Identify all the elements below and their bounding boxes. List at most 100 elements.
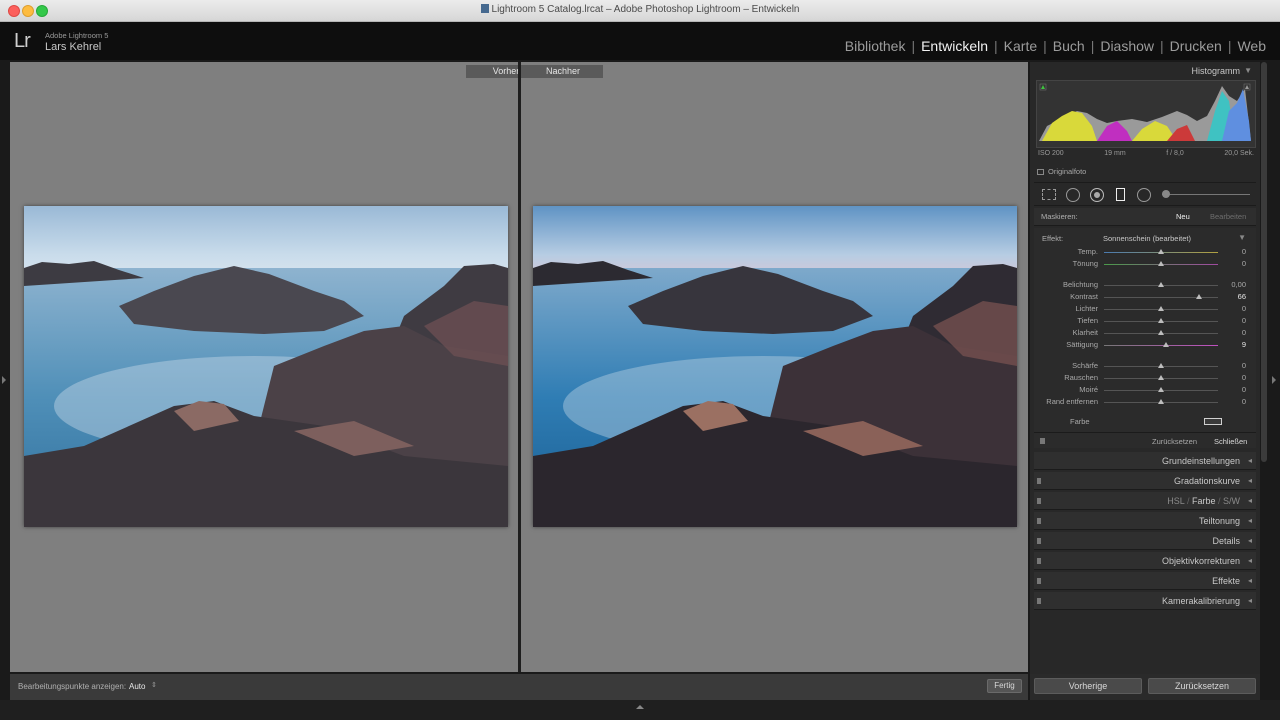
- tab-color[interactable]: Farbe: [1192, 496, 1216, 506]
- previous-button[interactable]: Vorherige: [1034, 678, 1142, 694]
- right-panel-scrollbar[interactable]: [1261, 62, 1267, 462]
- slider-thumb[interactable]: [1158, 387, 1164, 392]
- slider-thumb[interactable]: [1158, 306, 1164, 311]
- slider-row[interactable]: Tiefen 0: [1034, 315, 1256, 327]
- tab-hsl[interactable]: HSL: [1167, 496, 1184, 506]
- slider-value[interactable]: 0: [1242, 328, 1246, 337]
- slider-row[interactable]: Klarheit 0: [1034, 327, 1256, 339]
- panel-switch-icon[interactable]: [1037, 558, 1041, 564]
- histogram-chart[interactable]: [1036, 80, 1256, 148]
- slider-thumb[interactable]: [1158, 363, 1164, 368]
- edit-points-select[interactable]: Auto: [129, 682, 145, 691]
- reset-button[interactable]: Zurücksetzen: [1152, 437, 1197, 446]
- slider-row[interactable]: Temp. 0: [1034, 246, 1256, 258]
- slider-row[interactable]: Tönung 0: [1034, 258, 1256, 270]
- panel-title: Teiltonung: [1198, 516, 1240, 526]
- slider-value[interactable]: 0: [1242, 247, 1246, 256]
- panel-switch-icon[interactable]: [1037, 518, 1041, 524]
- slider-thumb[interactable]: [1158, 282, 1164, 287]
- slider-row[interactable]: Moiré 0: [1034, 384, 1256, 396]
- panel-header-details[interactable]: Details ◂: [1034, 532, 1256, 550]
- bottom-panel-toggle-icon[interactable]: [636, 705, 644, 709]
- slider-thumb[interactable]: [1163, 342, 1170, 347]
- brush-slider-knob-icon[interactable]: [1162, 190, 1170, 198]
- mask-new-button[interactable]: Neu: [1176, 212, 1190, 221]
- user-name: Lars Kehrel: [45, 41, 102, 53]
- panel-header-hsl[interactable]: HSL / Farbe / S/W ◂: [1034, 492, 1256, 510]
- panel-header-basic[interactable]: Grundeinstellungen ◂: [1034, 452, 1256, 470]
- slider-label: Schärfe: [1072, 361, 1098, 370]
- panel-header-split-toning[interactable]: Teiltonung ◂: [1034, 512, 1256, 530]
- panel-switch-icon[interactable]: [1037, 498, 1041, 504]
- slider-thumb[interactable]: [1158, 330, 1164, 335]
- slider-value[interactable]: 66: [1238, 292, 1246, 301]
- panel-footer: Zurücksetzen Schließen: [1034, 432, 1256, 448]
- slider-value[interactable]: 0: [1242, 373, 1246, 382]
- slider-value[interactable]: 0: [1242, 385, 1246, 394]
- module-slideshow[interactable]: Diashow: [1094, 38, 1160, 54]
- slider-row[interactable]: Sättigung 9: [1034, 339, 1256, 351]
- slider-row[interactable]: Rand entfernen 0: [1034, 396, 1256, 408]
- after-photo[interactable]: [533, 206, 1017, 527]
- tab-bw[interactable]: S/W: [1223, 496, 1240, 506]
- slider-value[interactable]: 9: [1242, 340, 1246, 349]
- slider-value[interactable]: 0: [1242, 316, 1246, 325]
- panel-switch-icon[interactable]: [1037, 598, 1041, 604]
- slider-value[interactable]: 0: [1242, 304, 1246, 313]
- slider-thumb[interactable]: [1158, 399, 1164, 404]
- expand-triangle-icon: ◂: [1247, 576, 1252, 585]
- slider-value[interactable]: 0: [1242, 397, 1246, 406]
- slider-row[interactable]: Schärfe 0: [1034, 360, 1256, 372]
- reset-all-button[interactable]: Zurücksetzen: [1148, 678, 1256, 694]
- original-photo-toggle[interactable]: Originalfoto: [1037, 167, 1086, 176]
- radial-filter-tool-icon[interactable]: [1137, 188, 1151, 202]
- effect-collapse-icon[interactable]: ▼: [1238, 233, 1246, 242]
- module-library[interactable]: Bibliothek: [839, 38, 912, 54]
- slider-row[interactable]: Lichter 0: [1034, 303, 1256, 315]
- slider-thumb[interactable]: [1158, 261, 1164, 266]
- slider-thumb[interactable]: [1158, 375, 1164, 380]
- slider-value[interactable]: 0: [1242, 361, 1246, 370]
- slider-thumb[interactable]: [1158, 318, 1164, 323]
- slider-thumb[interactable]: [1158, 249, 1164, 254]
- red-eye-tool-icon[interactable]: [1090, 188, 1104, 202]
- before-photo[interactable]: [24, 206, 508, 527]
- color-swatch[interactable]: [1204, 418, 1222, 425]
- panel-header-effects[interactable]: Effekte ◂: [1034, 572, 1256, 590]
- panel-switch-icon[interactable]: [1037, 478, 1041, 484]
- panel-header-camera-calibration[interactable]: Kamerakalibrierung ◂: [1034, 592, 1256, 610]
- right-panel-toggle-icon[interactable]: [1272, 376, 1276, 384]
- done-button[interactable]: Fertig: [987, 679, 1022, 693]
- module-map[interactable]: Karte: [998, 38, 1043, 54]
- histogram-header[interactable]: Histogramm ▼: [1034, 62, 1256, 80]
- histogram-exif: ISO 200 19 mm f / 8,0 20,0 Sek.: [1038, 150, 1254, 157]
- close-button[interactable]: Schließen: [1214, 437, 1247, 446]
- module-print[interactable]: Drucken: [1164, 38, 1228, 54]
- graduated-filter-tool-icon[interactable]: [1116, 188, 1125, 201]
- effect-preset-select[interactable]: Sonnenschein (bearbeitet): [1103, 234, 1191, 243]
- slider-row[interactable]: Rauschen 0: [1034, 372, 1256, 384]
- module-develop[interactable]: Entwickeln: [915, 38, 994, 54]
- slider-row[interactable]: Kontrast 66: [1034, 291, 1256, 303]
- panel-switch-icon[interactable]: [1037, 538, 1041, 544]
- slider-label: Sättigung: [1066, 340, 1098, 349]
- spot-removal-tool-icon[interactable]: [1066, 188, 1080, 202]
- panel-switch-icon[interactable]: [1040, 438, 1045, 444]
- module-book[interactable]: Buch: [1047, 38, 1091, 54]
- panel-header-tone-curve[interactable]: Gradationskurve ◂: [1034, 472, 1256, 490]
- slider-row[interactable]: Belichtung 0,00: [1034, 279, 1256, 291]
- panel-header-lens-corrections[interactable]: Objektivkorrekturen ◂: [1034, 552, 1256, 570]
- slider-value[interactable]: 0,00: [1231, 280, 1246, 289]
- panel-title: Effekte: [1212, 576, 1240, 586]
- panel-switch-icon[interactable]: [1037, 578, 1041, 584]
- crop-tool-icon[interactable]: [1042, 189, 1056, 200]
- iso-value: ISO 200: [1038, 150, 1064, 157]
- adjustment-brush-tool-icon[interactable]: [1162, 194, 1250, 195]
- left-panel-toggle-icon[interactable]: [2, 376, 6, 384]
- slider-track[interactable]: [1104, 345, 1218, 346]
- slider-value[interactable]: 0: [1242, 259, 1246, 268]
- slider-thumb[interactable]: [1195, 294, 1202, 299]
- module-web[interactable]: Web: [1231, 38, 1272, 54]
- mask-edit-button[interactable]: Bearbeiten: [1210, 212, 1246, 221]
- original-checkbox[interactable]: [1037, 169, 1044, 175]
